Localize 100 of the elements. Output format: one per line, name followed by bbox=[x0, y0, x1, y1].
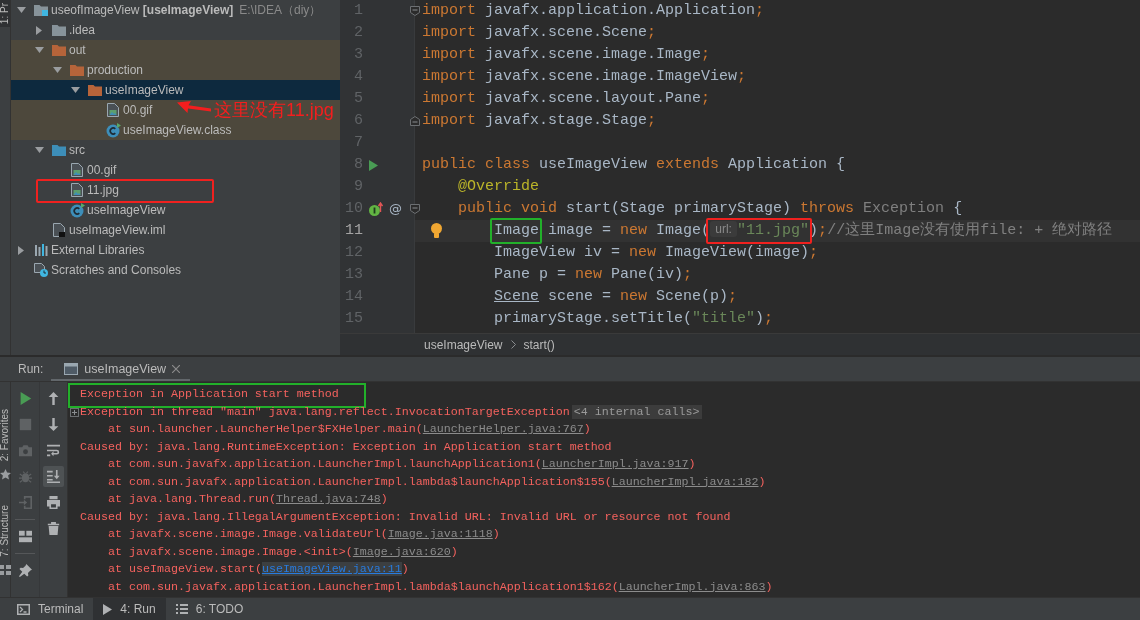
folder-icon bbox=[52, 144, 66, 156]
override-icon[interactable] bbox=[369, 202, 383, 216]
source-link[interactable]: Image.java:1118 bbox=[387, 527, 493, 541]
tree-item[interactable]: useImageView bbox=[11, 80, 340, 100]
play-icon bbox=[103, 603, 113, 615]
tool-window-button[interactable]: Terminal bbox=[7, 598, 94, 620]
image-file-icon bbox=[71, 163, 83, 177]
tree-item[interactable]: 11.jpg bbox=[11, 180, 340, 200]
console-line: Exception in thread "main" java.lang.reflect.InvocationTargetException <4 internal calls> bbox=[80, 404, 702, 419]
tree-item[interactable]: 00.gif bbox=[11, 160, 340, 180]
line-number: 11 bbox=[345, 222, 363, 239]
folder-icon bbox=[52, 24, 66, 36]
printer-icon[interactable] bbox=[47, 495, 60, 509]
close-icon[interactable] bbox=[172, 365, 181, 373]
tree-item[interactable]: useofImageView [useImageView] E:\IDEA（diy） bbox=[11, 0, 340, 20]
code-line: @Override bbox=[458, 178, 540, 195]
source-link[interactable]: Image.java:620 bbox=[352, 544, 451, 559]
folded-calls[interactable]: <4 internal calls> bbox=[571, 404, 702, 419]
code-line: public class useImageView extends Application { bbox=[422, 156, 846, 173]
console-line: at com.sun.javafx.application.LauncherImpl.lambda$launchApplication$155(LauncherImpl.java:182) bbox=[108, 474, 766, 489]
console-line: Exception in Application start method bbox=[80, 387, 339, 401]
folder-icon bbox=[34, 4, 48, 16]
chevron-icon bbox=[510, 340, 516, 349]
caret-down-icon[interactable] bbox=[16, 7, 26, 13]
run-tab[interactable]: useImageView bbox=[51, 357, 191, 381]
expand-icon[interactable] bbox=[70, 407, 79, 417]
tree-item[interactable]: src bbox=[11, 140, 340, 160]
pin-icon[interactable] bbox=[18, 563, 32, 577]
caret-right-icon[interactable] bbox=[36, 25, 42, 35]
code-line: import javafx.scene.layout.Pane; bbox=[422, 90, 711, 107]
tree-item[interactable]: out bbox=[11, 40, 340, 60]
tree-item[interactable]: 00.gif 这里没有11.jpg bbox=[11, 100, 340, 120]
console-line: Caused by: java.lang.IllegalArgumentException: Invalid URL: Invalid URL or resource not found bbox=[80, 509, 731, 524]
code-line: Image image = new Image( url: "11.jpg");//这里Image没有使用file: + 绝对路径 bbox=[494, 222, 1113, 239]
window-icon bbox=[64, 363, 79, 375]
code-line: ImageView iv = new ImageView(image); bbox=[494, 244, 819, 261]
breadcrumb[interactable]: start() bbox=[523, 337, 555, 352]
code-line: import javafx.stage.Stage; bbox=[422, 112, 657, 129]
bulb-icon[interactable] bbox=[431, 223, 442, 238]
tree-item[interactable]: production bbox=[11, 60, 340, 80]
source-link[interactable]: LauncherImpl.java:863 bbox=[618, 579, 766, 594]
code-line: primaryStage.setTitle("title"); bbox=[494, 310, 774, 327]
star-icon bbox=[0, 469, 11, 481]
tree-item[interactable]: useImageView bbox=[11, 200, 340, 220]
console-line: at useImageView.start(useImageView.java:11) bbox=[108, 562, 409, 576]
trash-icon[interactable] bbox=[47, 521, 60, 535]
tree-item[interactable]: useImageView.iml bbox=[11, 220, 340, 240]
fold-icon[interactable] bbox=[410, 6, 420, 16]
code-line: Scene scene = new Scene(p); bbox=[494, 288, 738, 305]
layout-icon[interactable] bbox=[18, 529, 32, 543]
tool-window-button[interactable]: 4: Run bbox=[93, 598, 166, 620]
console-line: at com.sun.javafx.application.LauncherImpl.lambda$launchApplication1$162(LauncherImpl.java:863) bbox=[108, 579, 773, 594]
breadcrumb[interactable]: useImageView bbox=[424, 337, 503, 352]
folder-icon bbox=[52, 44, 66, 56]
arrow-icon bbox=[177, 101, 211, 114]
source-link[interactable]: LauncherImpl.java:917 bbox=[541, 457, 689, 471]
console-line: at javafx.scene.image.Image.validateUrl(Image.java:1118) bbox=[108, 527, 500, 541]
source-link[interactable]: LauncherHelper.java:767 bbox=[422, 422, 584, 436]
arrow-down-icon[interactable] bbox=[47, 417, 60, 431]
file-icon bbox=[53, 223, 65, 237]
gutter-marker[interactable]: @ bbox=[389, 202, 402, 216]
image-file-icon bbox=[107, 103, 119, 117]
terminal-icon bbox=[17, 603, 30, 615]
tree-item[interactable]: .idea bbox=[11, 20, 340, 40]
panel-title: Run: bbox=[17, 362, 44, 376]
caret-down-icon[interactable] bbox=[34, 147, 44, 153]
caret-down-icon[interactable] bbox=[52, 67, 62, 73]
source-link[interactable]: LauncherImpl.java:182 bbox=[611, 474, 759, 489]
caret-down-icon[interactable] bbox=[70, 87, 80, 93]
tree-item[interactable]: External Libraries bbox=[11, 240, 340, 260]
play-icon[interactable] bbox=[18, 391, 32, 405]
console-line: Caused by: java.lang.RuntimeException: Exception in Application start method bbox=[80, 439, 612, 454]
play-icon[interactable] bbox=[369, 159, 378, 171]
folder-icon bbox=[88, 84, 102, 96]
code-line: Pane p = new Pane(iv); bbox=[494, 266, 693, 283]
scratch-file-icon bbox=[34, 263, 48, 277]
console-line: at java.lang.Thread.run(Thread.java:748) bbox=[108, 492, 388, 506]
class-icon bbox=[69, 202, 85, 218]
code-line: import javafx.scene.image.Image; bbox=[422, 46, 711, 63]
parameter-hint: url: bbox=[710, 221, 738, 237]
scroll-to-end-icon[interactable] bbox=[43, 465, 64, 487]
wrap-icon[interactable] bbox=[47, 443, 60, 457]
fold-icon[interactable] bbox=[410, 116, 420, 126]
tree-item[interactable]: Scratches and Consoles bbox=[11, 260, 340, 280]
library-icon bbox=[34, 244, 48, 256]
code-line: public void start(Stage primaryStage) throws Exception { bbox=[458, 200, 963, 217]
caret-right-icon[interactable] bbox=[18, 245, 24, 255]
tree-item[interactable]: useImageView.class bbox=[11, 120, 340, 140]
code-line: import javafx.scene.Scene; bbox=[422, 24, 657, 41]
class-icon bbox=[105, 122, 121, 138]
callout-text: 这里没有11.jpg bbox=[214, 100, 334, 120]
image-file-icon bbox=[71, 183, 83, 197]
source-link[interactable]: Thread.java:748 bbox=[275, 492, 381, 506]
code-line: import javafx.scene.image.ImageView; bbox=[422, 68, 747, 85]
arrow-up-icon[interactable] bbox=[47, 391, 60, 405]
caret-down-icon[interactable] bbox=[34, 47, 44, 53]
tool-window-button[interactable]: 6: TODO bbox=[165, 598, 254, 620]
fold-icon[interactable] bbox=[410, 204, 420, 214]
list-icon bbox=[175, 604, 188, 614]
console-line: at com.sun.javafx.application.LauncherImpl.launchApplication1(LauncherImpl.java:917) bbox=[108, 457, 696, 471]
